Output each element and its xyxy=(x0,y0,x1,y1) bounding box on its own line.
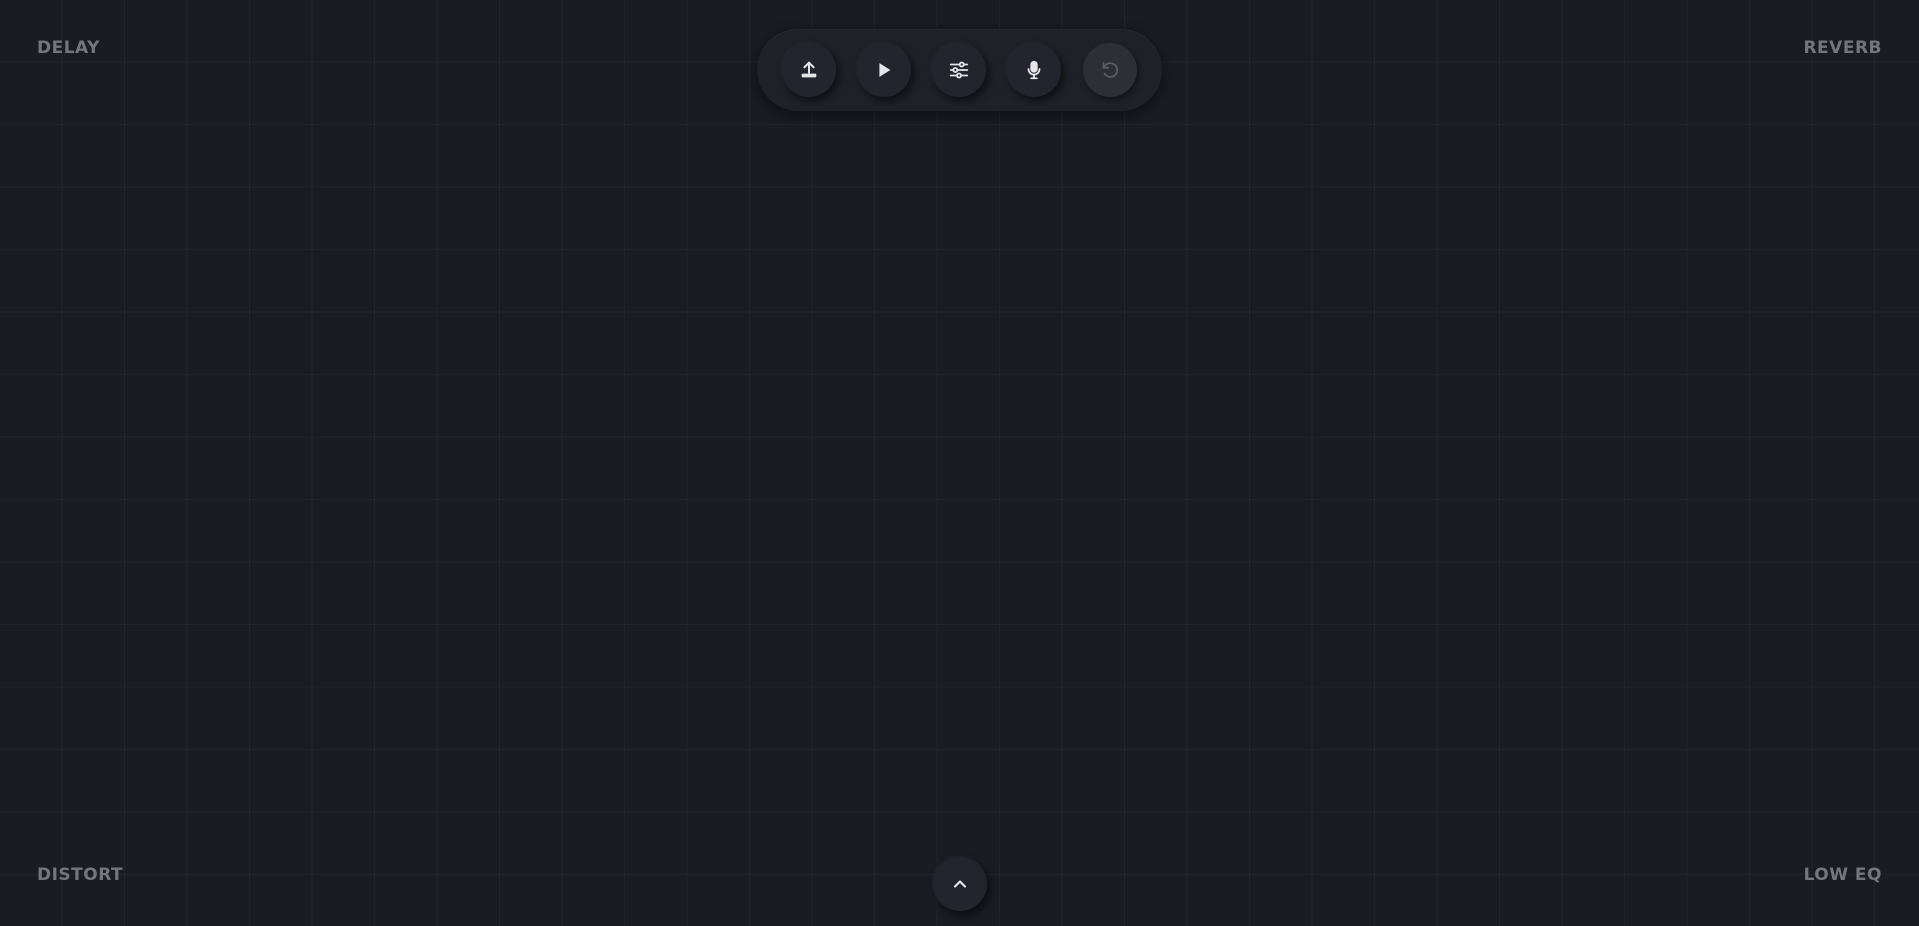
play-icon xyxy=(873,59,895,81)
chevron-up-icon xyxy=(950,874,970,894)
play-button[interactable] xyxy=(857,43,911,97)
undo-button[interactable] xyxy=(1083,43,1137,97)
expand-panel-button[interactable] xyxy=(933,857,987,911)
corner-label-low-eq: LOW EQ xyxy=(1803,865,1882,885)
xy-pad-canvas[interactable]: DELAY REVERB DISTORT LOW EQ xyxy=(0,0,1919,926)
corner-label-delay: DELAY xyxy=(37,38,100,58)
undo-icon xyxy=(1099,59,1121,81)
upload-icon xyxy=(798,59,820,81)
upload-button[interactable] xyxy=(782,43,836,97)
sliders-icon xyxy=(948,59,970,81)
corner-label-reverb: REVERB xyxy=(1803,38,1882,58)
toolbar xyxy=(757,29,1162,111)
corner-label-distort: DISTORT xyxy=(37,865,124,885)
record-button[interactable] xyxy=(1007,43,1061,97)
effects-settings-button[interactable] xyxy=(932,43,986,97)
microphone-icon xyxy=(1023,59,1045,81)
